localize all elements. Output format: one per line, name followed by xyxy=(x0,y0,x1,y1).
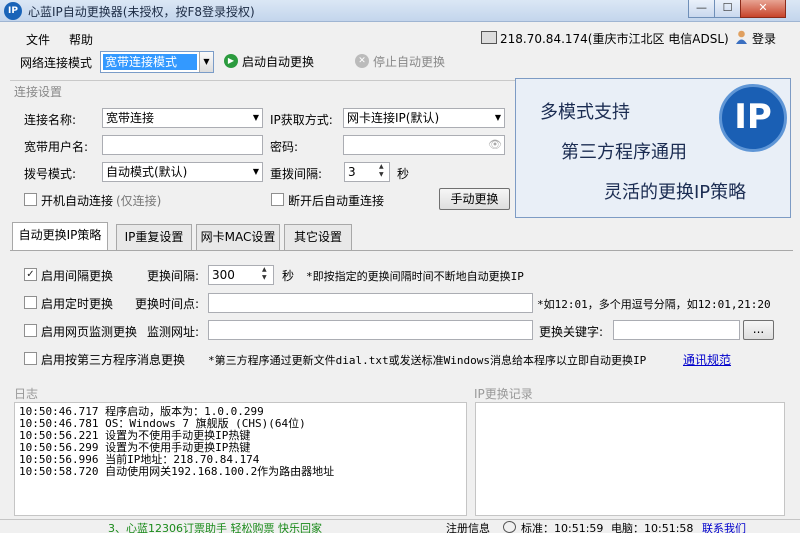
app-logo-icon: IP xyxy=(719,84,787,152)
interval-change-checkbox[interactable]: ✓ xyxy=(24,268,37,281)
pc-time: 电脑：10:51:58 xyxy=(611,522,694,533)
log-list: 10:50:46.717 程序启动，版本为：1.0.0.299 10:50:46… xyxy=(19,406,463,512)
interval-note: *即按指定的更换间隔时间不断地自动更换IP xyxy=(306,270,524,283)
tab-other-settings[interactable]: 其它设置 xyxy=(284,224,352,250)
spinner-arrows-icon[interactable]: ▲ ▼ xyxy=(262,266,267,282)
tab-auto-change-strategy[interactable]: 自动更换IP策略 xyxy=(12,222,108,251)
menu-help[interactable]: 帮助 xyxy=(69,31,93,48)
timed-note: *如12:01，多个用逗号分隔，如12:01,21:20 xyxy=(537,298,771,311)
web-monitor-label: 启用网页监测更换 xyxy=(41,325,138,339)
app-logo-icon: IP xyxy=(4,2,22,20)
monitor-url-input[interactable] xyxy=(208,320,533,340)
menu-file[interactable]: 文件 xyxy=(26,31,50,48)
autostart-label: 开机自动连接 xyxy=(41,194,114,208)
timed-field-label: 更换时间点: xyxy=(135,297,200,311)
log-title: 日志 xyxy=(14,387,39,401)
spinner-arrows-icon[interactable]: ▲ ▼ xyxy=(379,163,384,179)
dial-mode-value: 自动模式(默认) xyxy=(106,165,188,179)
dial-mode-select[interactable]: 自动模式(默认) ▼ xyxy=(102,162,263,182)
current-ip-status: 218.70.84.174(重庆市江北区 电信ADSL) xyxy=(500,32,729,46)
register-info[interactable]: 注册信息 xyxy=(446,520,490,533)
play-icon[interactable]: ▶ xyxy=(224,54,238,68)
timed-change-checkbox[interactable] xyxy=(24,296,37,309)
start-auto-change-button[interactable]: 启动自动更换 xyxy=(242,53,314,70)
ip-method-label: IP获取方式: xyxy=(270,113,333,127)
timed-input[interactable] xyxy=(208,293,533,313)
tab-ip-repeat[interactable]: IP重复设置 xyxy=(116,224,192,250)
autostart-checkbox[interactable] xyxy=(24,193,37,206)
connection-name-label: 连接名称: xyxy=(24,113,77,127)
login-link[interactable]: 登录 xyxy=(752,30,776,47)
chevron-down-icon[interactable]: ▼ xyxy=(199,52,213,72)
maximize-button[interactable]: ☐ xyxy=(714,0,741,18)
interval-field-label: 更换间隔: xyxy=(147,269,200,283)
redial-unit: 秒 xyxy=(397,167,410,181)
timed-change-label: 启用定时更换 xyxy=(41,297,114,311)
mode-label: 网络连接模式 xyxy=(20,56,93,70)
stop-auto-change-button[interactable]: 停止自动更换 xyxy=(373,53,445,70)
keyword-label: 更换关键字: xyxy=(539,325,604,339)
mode-select-value: 宽带连接模式 xyxy=(103,54,197,70)
ip-record-panel xyxy=(475,402,785,516)
user-icon[interactable] xyxy=(735,30,748,44)
keyword-input[interactable] xyxy=(613,320,740,340)
promo-line-2: 第三方程序通用 xyxy=(561,142,687,163)
ip-method-select[interactable]: 网卡连接IP(默认) ▼ xyxy=(343,108,505,128)
password-input[interactable] xyxy=(343,135,505,155)
third-party-note: *第三方程序通过更新文件dial.txt或发送标准Windows消息给本程序以立… xyxy=(208,354,647,367)
broadband-user-label: 宽带用户名: xyxy=(24,140,89,154)
clock-icon xyxy=(503,521,516,533)
auto-reconnect-label: 断开后自动重连接 xyxy=(288,194,385,208)
minimize-button[interactable]: — xyxy=(688,0,715,18)
ip-method-value: 网卡连接IP(默认) xyxy=(347,111,440,125)
eye-icon[interactable]: 👁 xyxy=(488,138,502,151)
protocol-link[interactable]: 通讯规范 xyxy=(683,351,731,368)
manual-change-button[interactable]: 手动更换 xyxy=(439,188,510,210)
promo-line-1: 多模式支持 xyxy=(540,102,630,123)
password-label: 密码: xyxy=(270,140,299,154)
interval-unit: 秒 xyxy=(282,269,295,283)
log-line: 10:50:58.720 自动使用网关192.168.100.2作为路由器地址 xyxy=(19,465,335,478)
chevron-down-icon: ▼ xyxy=(494,113,501,122)
redial-interval-label: 重拨间隔: xyxy=(270,167,323,181)
connection-settings-legend: 连接设置 xyxy=(14,85,63,99)
third-party-checkbox[interactable] xyxy=(24,352,37,365)
standard-time: 标准：10:51:59 xyxy=(521,522,604,533)
tab-mac-settings[interactable]: 网卡MAC设置 xyxy=(196,224,280,250)
chevron-down-icon: ▼ xyxy=(252,113,259,122)
broadband-user-input[interactable] xyxy=(102,135,263,155)
autostart-note: (仅连接) xyxy=(116,194,162,208)
close-button[interactable]: ✕ xyxy=(740,0,786,18)
connection-name-select[interactable]: 宽带连接 ▼ xyxy=(102,108,263,128)
contact-link[interactable]: 联系我们 xyxy=(702,520,746,533)
third-party-label: 启用按第三方程序消息更换 xyxy=(41,353,186,367)
web-monitor-checkbox[interactable] xyxy=(24,324,37,337)
chevron-down-icon: ▼ xyxy=(252,167,259,176)
window-title: 心蓝IP自动更换器(未授权，按F8登录授权) xyxy=(28,5,255,19)
network-icon xyxy=(481,31,497,44)
browse-button[interactable]: ... xyxy=(743,320,774,340)
dial-mode-label: 拨号模式: xyxy=(24,167,77,181)
promo-line-3: 灵活的更换IP策略 xyxy=(604,182,747,203)
auto-reconnect-checkbox[interactable] xyxy=(271,193,284,206)
interval-change-label: 启用间隔更换 xyxy=(41,269,114,283)
mode-select[interactable]: 宽带连接模式 ▼ xyxy=(100,51,214,73)
ad-text[interactable]: 3、心蓝12306订票助手 轻松购票 快乐回家 xyxy=(108,520,322,533)
connection-name-value: 宽带连接 xyxy=(106,111,155,125)
stop-icon: ✕ xyxy=(355,54,369,68)
monitor-url-label: 监测网址: xyxy=(147,325,200,339)
ip-record-title: IP更换记录 xyxy=(474,387,533,401)
